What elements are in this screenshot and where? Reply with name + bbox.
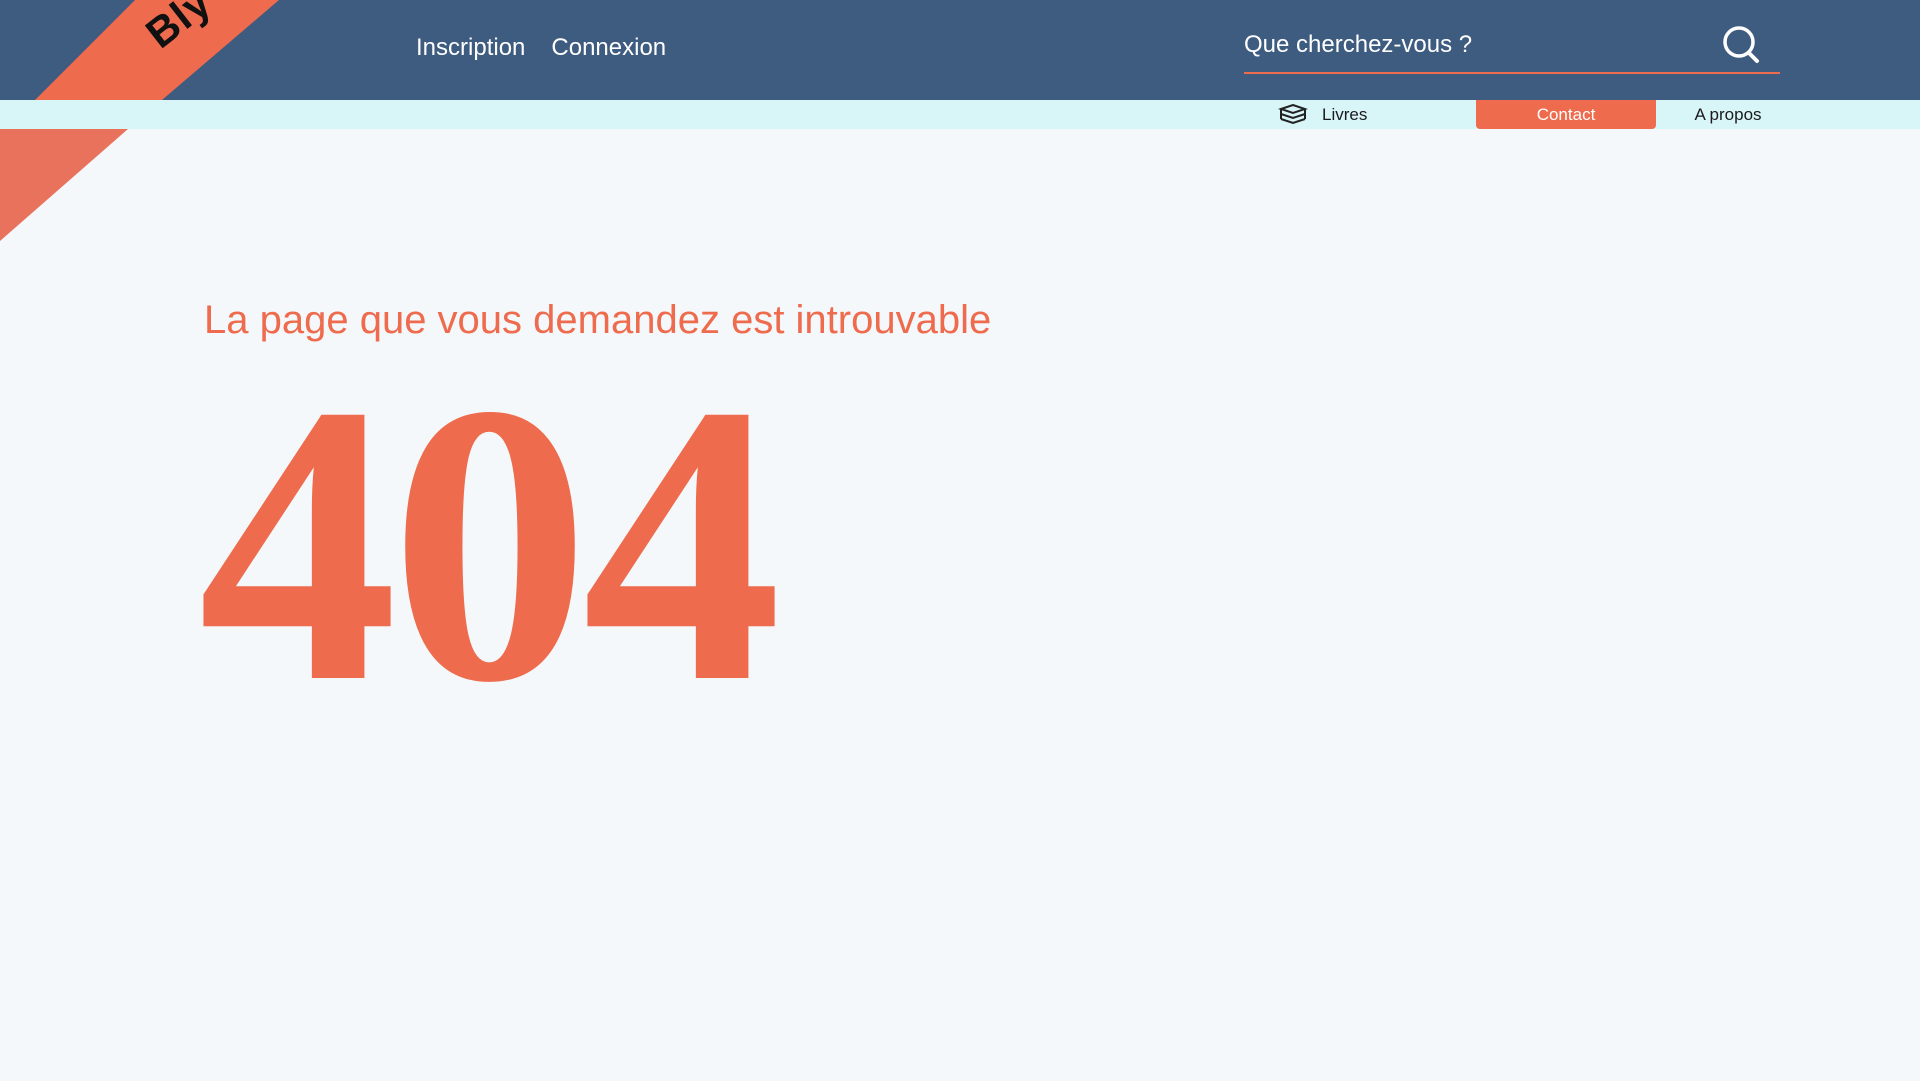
top-bar: Bly Inscription Connexion xyxy=(0,0,1920,100)
category-nav: Livres Contact A propos xyxy=(0,100,1920,129)
page: Bly Inscription Connexion Que cherchez-v… xyxy=(0,0,1920,1081)
books-icon xyxy=(1277,103,1309,126)
corner-decoration xyxy=(0,129,128,241)
error-code: 404 xyxy=(198,322,782,765)
auth-links: Inscription Connexion xyxy=(416,34,666,62)
search-bar xyxy=(1244,20,1780,74)
nav-item-books-label: Livres xyxy=(1322,105,1368,124)
nav-item-contact[interactable]: Contact xyxy=(1476,100,1656,129)
search-input[interactable] xyxy=(1244,26,1704,64)
logo[interactable]: Bly xyxy=(0,0,290,100)
nav-item-about[interactable]: A propos xyxy=(1668,100,1788,129)
search-icon[interactable] xyxy=(1720,24,1762,66)
nav-item-books[interactable]: Livres xyxy=(1277,100,1398,129)
signup-link[interactable]: Inscription xyxy=(416,34,525,62)
login-link[interactable]: Connexion xyxy=(551,34,666,62)
